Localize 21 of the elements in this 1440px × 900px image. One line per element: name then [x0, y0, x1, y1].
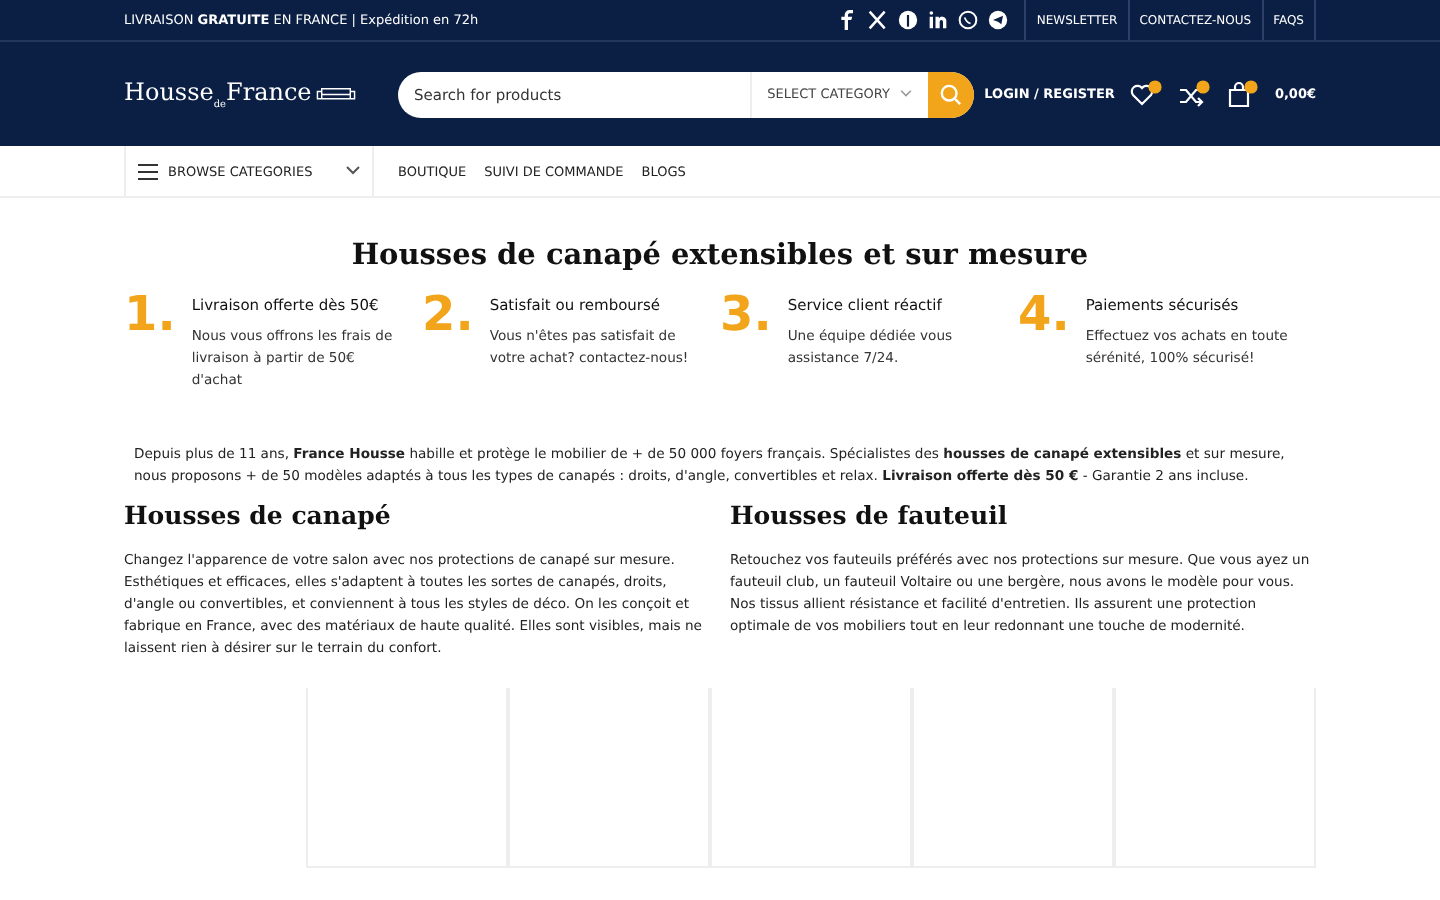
section-heading: Housses de canapé	[124, 500, 393, 530]
bag-icon[interactable]	[1226, 80, 1259, 108]
chevron-icon	[900, 90, 912, 98]
section-heading: Housses de fauteuil	[730, 500, 1010, 530]
chevron-icon	[346, 166, 360, 176]
feature-number: 3.	[720, 288, 772, 346]
logo-text[interactable]: Housse$_{de}$France	[124, 77, 312, 111]
search-button[interactable]	[928, 71, 974, 117]
page-title: Housses de canapé extensibles et sur mesure	[349, 238, 1091, 272]
feature-number: 2.	[422, 288, 474, 346]
x-icon[interactable]	[868, 10, 889, 30]
feature-number: 4.	[1018, 288, 1070, 346]
menu-icon	[138, 163, 158, 179]
feature-number: 1.	[124, 288, 176, 346]
search-icon	[940, 83, 962, 105]
linkedin-icon[interactable]	[928, 10, 949, 30]
sofa-icon	[315, 84, 356, 103]
facebook-icon[interactable]	[838, 10, 859, 30]
compare-icon[interactable]	[1178, 80, 1211, 108]
telegram-icon[interactable]	[988, 10, 1009, 30]
heart-icon[interactable]	[1130, 80, 1163, 108]
